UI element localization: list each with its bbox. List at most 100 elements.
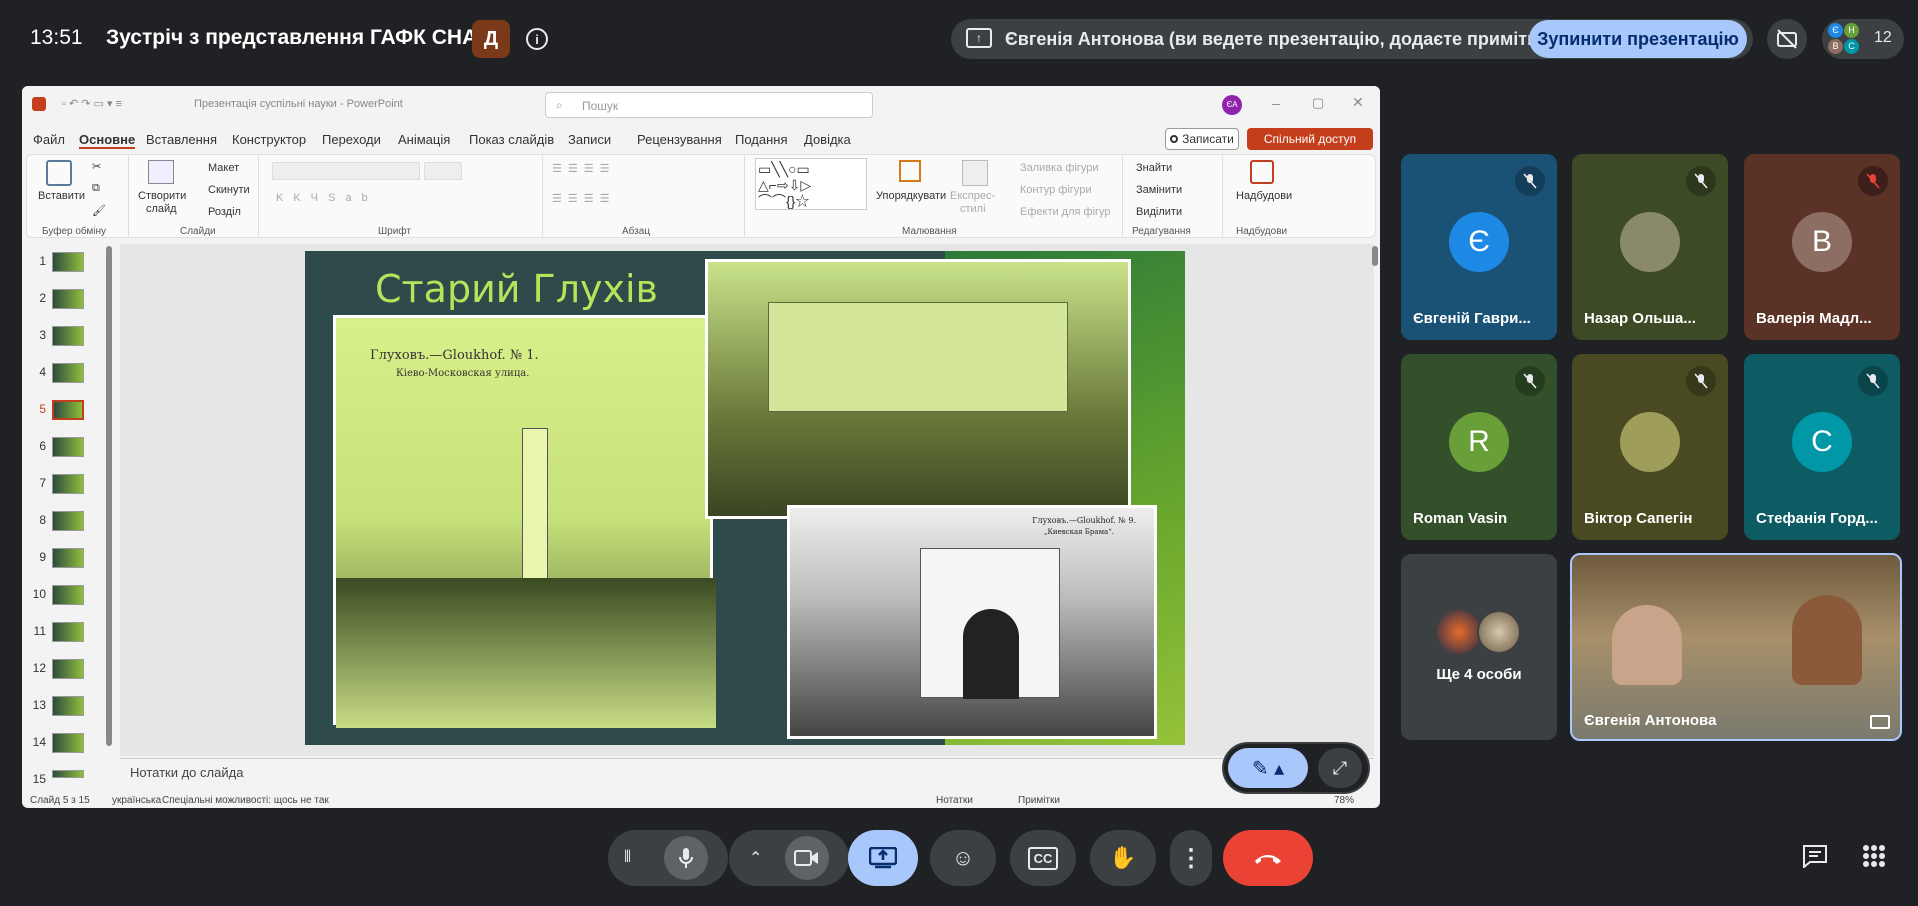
shape-effects-button[interactable]: Ефекти для фігур	[1020, 206, 1111, 218]
font-format-icons[interactable]: KKЧSab	[276, 192, 378, 204]
replace-button[interactable]: Замінити	[1136, 184, 1182, 196]
thumbnail-scrollbar[interactable]	[106, 246, 112, 746]
slide-thumbnail[interactable]	[52, 437, 84, 457]
participant-tile[interactable]: Назар Ольша...	[1572, 154, 1728, 340]
current-slide[interactable]: Старий Глухів Глуховъ.—Gloukhof. № 1. Кі…	[305, 251, 1185, 745]
tab-review[interactable]: Рецензування	[637, 132, 722, 147]
slide-thumbnail[interactable]	[52, 622, 84, 642]
user-avatar[interactable]: ЄА	[1222, 95, 1242, 115]
quick-access-icons[interactable]: ▫ ↶ ↷ ▭ ▾ ≡	[62, 97, 122, 110]
share-button[interactable]: Спільний доступ	[1247, 128, 1373, 150]
new-slide-label-2[interactable]: слайд	[146, 203, 177, 215]
close-icon[interactable]: ✕	[1352, 94, 1364, 111]
language-indicator[interactable]: українська	[112, 795, 161, 806]
camera-off-icon[interactable]	[1767, 19, 1807, 59]
arrange-label[interactable]: Упорядкувати	[876, 190, 946, 202]
cut-icon[interactable]: ✂	[92, 160, 101, 173]
tab-design[interactable]: Конструктор	[232, 132, 306, 147]
new-slide-label-1[interactable]: Створити	[138, 190, 186, 202]
present-screen-button[interactable]	[848, 830, 918, 886]
align-icons[interactable]: ☰☰☰☰	[552, 192, 615, 205]
font-name-select[interactable]	[272, 162, 420, 180]
paste-label[interactable]: Вставити	[38, 190, 85, 202]
slide-thumbnail[interactable]	[52, 326, 84, 346]
slide-thumbnail[interactable]	[52, 585, 84, 605]
stop-presenting-button[interactable]: Зупинити презентацію	[1529, 20, 1747, 58]
comments-toggle[interactable]: Примітки	[1018, 795, 1060, 806]
shapes-gallery[interactable]: ▭╲╲○▭ △⌐⇨⇩▷ ⌒⌒{}☆	[755, 158, 867, 210]
more-options-button[interactable]: ⋮	[1170, 830, 1212, 886]
tab-slideshow[interactable]: Показ слайдів	[469, 132, 554, 147]
addins-icon[interactable]	[1250, 160, 1274, 184]
slide-thumbnail[interactable]	[52, 511, 84, 531]
select-button[interactable]: Виділити	[1136, 206, 1182, 218]
pip-icon[interactable]	[1870, 715, 1890, 729]
emoji-button[interactable]: ☺	[930, 830, 996, 886]
minimize-icon[interactable]: –	[1272, 95, 1280, 111]
more-people-tile[interactable]: Ще 4 особи	[1401, 554, 1557, 740]
layout-button[interactable]: Макет	[208, 162, 239, 174]
mic-control[interactable]: ⦀	[608, 830, 728, 886]
microphone-icon[interactable]	[664, 836, 708, 880]
host-badge[interactable]: Д	[472, 20, 510, 58]
tab-recording[interactable]: Записи	[568, 132, 611, 147]
format-painter-icon[interactable]: 🖌	[92, 204, 106, 217]
reset-button[interactable]: Скинути	[208, 184, 250, 196]
camera-icon[interactable]	[785, 836, 829, 880]
raise-hand-button[interactable]: ✋	[1090, 830, 1156, 886]
notes-toggle[interactable]: Нотатки	[936, 795, 973, 806]
tab-transitions[interactable]: Переходи	[322, 132, 381, 147]
quick-styles-label-2[interactable]: стилі	[960, 203, 986, 215]
tab-insert[interactable]: Вставлення	[146, 132, 217, 147]
participant-tile[interactable]: Є Євгеній Гаври...	[1401, 154, 1557, 340]
quick-styles-icon[interactable]	[962, 160, 988, 186]
notes-placeholder[interactable]: Нотатки до слайда	[130, 765, 243, 780]
slide-thumbnail-active[interactable]	[52, 400, 84, 420]
arrange-icon[interactable]	[899, 160, 921, 182]
canvas-scrollbar[interactable]	[1372, 246, 1378, 266]
slide-thumbnail[interactable]	[52, 252, 84, 272]
zoom-level[interactable]: 78%	[1334, 795, 1354, 806]
find-button[interactable]: Знайти	[1136, 162, 1172, 174]
participant-tile[interactable]: В Валерія Мадл...	[1744, 154, 1900, 340]
info-icon[interactable]: i	[526, 28, 548, 50]
maximize-icon[interactable]: ▢	[1312, 95, 1324, 111]
tab-animations[interactable]: Анімація	[398, 132, 450, 147]
paste-icon[interactable]	[46, 160, 72, 186]
tab-help[interactable]: Довідка	[804, 132, 851, 147]
annotate-tool-icon[interactable]: ✎ ▴	[1228, 748, 1308, 788]
slide-thumbnail[interactable]	[52, 770, 84, 778]
slide-thumbnail[interactable]	[52, 289, 84, 309]
search-box[interactable]: ⌕ Пошук	[545, 92, 873, 118]
quick-styles-label-1[interactable]: Експрес-	[950, 190, 995, 202]
camera-control[interactable]: ⌃	[729, 830, 849, 886]
slide-thumbnail[interactable]	[52, 659, 84, 679]
self-video-tile[interactable]: Євгенія Антонова	[1570, 553, 1902, 741]
tab-home[interactable]: Основне	[79, 132, 136, 149]
record-button[interactable]: Записати	[1165, 128, 1239, 150]
fullscreen-icon[interactable]: ⤢	[1318, 748, 1362, 788]
accessibility-status[interactable]: Спеціальні можливості: щось не так	[162, 795, 329, 806]
shape-fill-button[interactable]: Заливка фігури	[1020, 162, 1099, 174]
font-size-select[interactable]	[424, 162, 462, 180]
list-icons[interactable]: ☰☰☰☰	[552, 162, 615, 175]
participant-tile[interactable]: С Стефанія Горд...	[1744, 354, 1900, 540]
captions-button[interactable]: CC	[1010, 830, 1076, 886]
notes-pane[interactable]	[120, 758, 1374, 784]
slide-thumbnail[interactable]	[52, 548, 84, 568]
new-slide-icon[interactable]	[148, 160, 174, 184]
copy-icon[interactable]: ⧉	[92, 182, 100, 195]
addins-label[interactable]: Надбудови	[1236, 190, 1292, 202]
tab-file[interactable]: Файл	[33, 132, 65, 147]
participant-tile[interactable]: Віктор Сапегін	[1572, 354, 1728, 540]
activities-grid-icon[interactable]	[1862, 844, 1888, 870]
leave-call-button[interactable]	[1223, 830, 1313, 886]
slide-thumbnail[interactable]	[52, 696, 84, 716]
slide-thumbnail[interactable]	[52, 474, 84, 494]
shape-outline-button[interactable]: Контур фігури	[1020, 184, 1091, 196]
chevron-up-icon[interactable]: ⌃	[749, 848, 762, 868]
section-button[interactable]: Розділ	[208, 206, 241, 218]
slide-thumbnail[interactable]	[52, 733, 84, 753]
participant-tile[interactable]: R Roman Vasin	[1401, 354, 1557, 540]
tab-view[interactable]: Подання	[735, 132, 788, 147]
